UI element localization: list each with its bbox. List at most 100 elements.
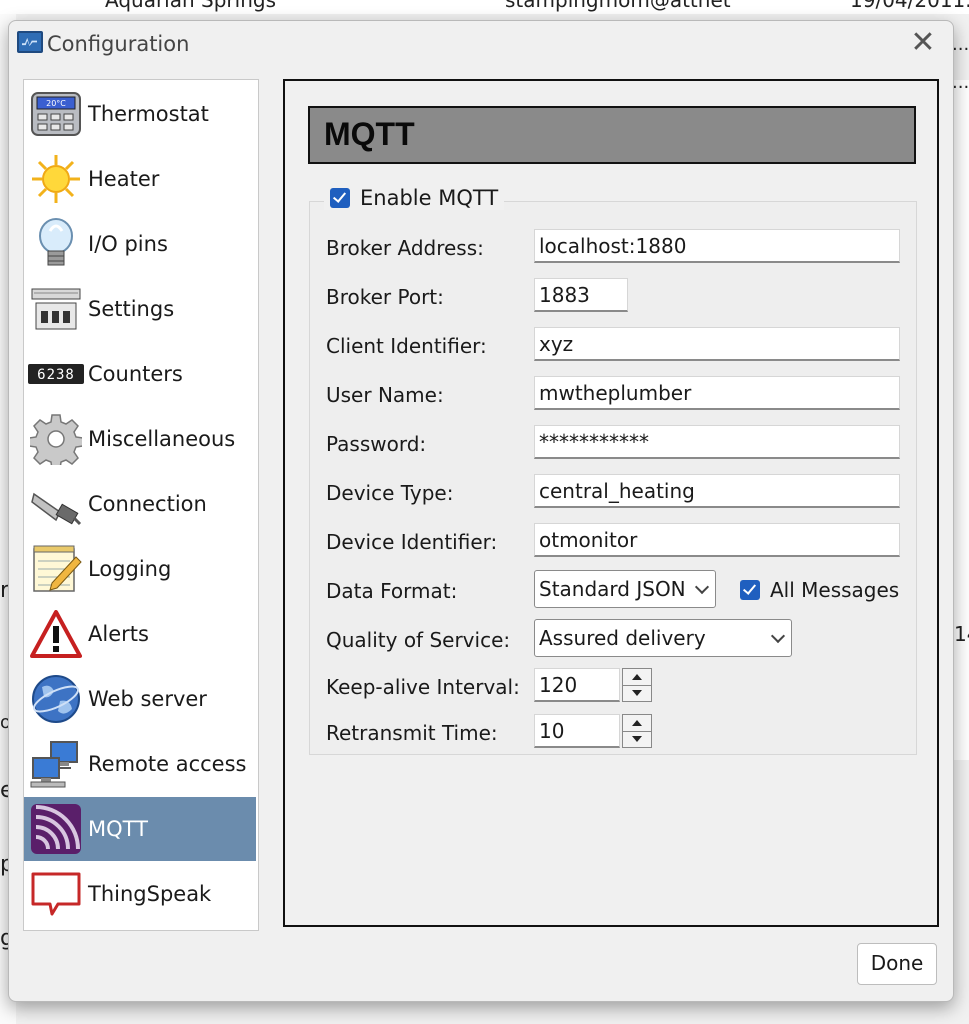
all-messages-checkbox[interactable]: All Messages: [740, 578, 899, 602]
background-fragment: ...: [952, 72, 969, 93]
enable-mqtt-checkbox[interactable]: Enable MQTT: [324, 186, 505, 210]
sidebar-item-heater[interactable]: Heater: [24, 147, 256, 211]
sidebar-item-mqtt[interactable]: MQTT: [24, 797, 256, 861]
sidebar-item-connection[interactable]: Connection: [24, 472, 256, 536]
sidebar-item-web-server[interactable]: Web server: [24, 667, 256, 731]
arrow-up-icon: [632, 720, 642, 726]
background-strip: Aquarian Springs stampingmom@attnet 19/0…: [0, 0, 969, 14]
broker-address-input[interactable]: [534, 229, 900, 263]
sidebar-item-label: Connection: [88, 492, 207, 516]
panel-header: MQTT: [308, 106, 916, 164]
keepalive-interval-input[interactable]: [534, 668, 620, 702]
sidebar-item-label: Thermostat: [88, 102, 209, 126]
globe-icon: [28, 671, 84, 727]
close-button[interactable]: ✕: [905, 27, 941, 61]
client-identifier-label: Client Identifier:: [326, 334, 487, 358]
sidebar-item-label: Heater: [88, 167, 160, 191]
thermostat-icon: 20°C: [28, 86, 84, 142]
counter-icon: 6238: [28, 346, 84, 402]
quality-of-service-select[interactable]: Assured delivery: [534, 619, 792, 657]
sidebar-item-label: ThingSpeak: [88, 882, 212, 906]
keepalive-spinner[interactable]: [622, 668, 652, 702]
user-name-input[interactable]: [534, 376, 900, 410]
all-messages-label: All Messages: [770, 578, 900, 602]
settings-panel: MQTT Enable MQTT Broker Address: Broker …: [283, 79, 939, 927]
connector-icon: [28, 476, 84, 532]
gear-icon: [28, 411, 84, 467]
svg-text:20°C: 20°C: [46, 99, 66, 108]
title-bar[interactable]: Configuration ✕: [9, 21, 953, 69]
arrow-down-icon: [632, 736, 642, 742]
data-format-label: Data Format:: [326, 579, 458, 603]
app-icon: [17, 31, 43, 53]
sidebar-item-miscellaneous[interactable]: Miscellaneous: [24, 407, 256, 471]
computers-icon: [28, 736, 84, 792]
sidebar-item-label: Miscellaneous: [88, 427, 236, 451]
chevron-down-icon: [770, 628, 786, 644]
notepad-icon: [28, 541, 84, 597]
window-title: Configuration: [47, 32, 190, 56]
spin-up-button[interactable]: [623, 669, 651, 686]
sidebar-item-label: MQTT: [88, 817, 148, 841]
sidebar-item-remote-access[interactable]: Remote access: [24, 732, 256, 796]
mqtt-icon: [28, 801, 84, 857]
sidebar-item-label: Counters: [88, 362, 183, 386]
sidebar-item-thingspeak[interactable]: ThingSpeak: [24, 862, 256, 926]
lightbulb-icon: [28, 216, 84, 272]
sidebar-item-thermostat[interactable]: 20°C Thermostat: [24, 82, 256, 146]
category-sidebar: 20°C Thermostat Heater I/O pins Settings…: [23, 79, 259, 931]
spin-up-button[interactable]: [623, 715, 651, 732]
quality-of-service-label: Quality of Service:: [326, 628, 511, 652]
check-icon[interactable]: [740, 580, 760, 600]
keepalive-interval-label: Keep-alive Interval:: [326, 675, 520, 699]
quality-of-service-value: Assured delivery: [539, 626, 706, 650]
configuration-dialog: Configuration ✕ 20°C Thermostat Heater I…: [8, 20, 954, 1002]
sidebar-item-logging[interactable]: Logging: [24, 537, 256, 601]
device-identifier-input[interactable]: [534, 523, 900, 557]
done-button[interactable]: Done: [857, 943, 937, 985]
retransmit-time-input[interactable]: [534, 714, 620, 748]
switches-icon: [28, 281, 84, 337]
sidebar-item-io-pins[interactable]: I/O pins: [24, 212, 256, 276]
arrow-down-icon: [632, 690, 642, 696]
device-type-input[interactable]: [534, 474, 900, 508]
background-fragment: 14: [954, 622, 969, 646]
background-text: stampingmom@attnet: [505, 0, 731, 12]
arrow-up-icon: [632, 674, 642, 680]
sidebar-item-counters[interactable]: 6238 Counters: [24, 342, 256, 406]
spin-down-button[interactable]: [623, 731, 651, 747]
enable-mqtt-label: Enable MQTT: [360, 186, 499, 210]
sidebar-item-alerts[interactable]: Alerts: [24, 602, 256, 666]
broker-port-input[interactable]: [534, 278, 628, 312]
svg-text:6238: 6238: [37, 367, 75, 383]
sidebar-item-label: Logging: [88, 557, 172, 581]
sidebar-item-label: Alerts: [88, 622, 149, 646]
sidebar-item-label: Settings: [88, 297, 175, 321]
user-name-label: User Name:: [326, 383, 444, 407]
sidebar-item-label: Remote access: [88, 752, 247, 776]
background-text: 19/04/2011...: [850, 0, 969, 12]
sidebar-item-label: Web server: [88, 687, 207, 711]
data-format-value: Standard JSON: [539, 577, 686, 601]
spin-down-button[interactable]: [623, 685, 651, 701]
chevron-down-icon: [694, 579, 710, 595]
broker-port-label: Broker Port:: [326, 285, 444, 309]
sun-icon: [28, 151, 84, 207]
sidebar-item-settings[interactable]: Settings: [24, 277, 256, 341]
page-title: MQTT: [324, 116, 415, 152]
password-label: Password:: [326, 432, 427, 456]
retransmit-time-label: Retransmit Time:: [326, 721, 498, 745]
device-type-label: Device Type:: [326, 481, 454, 505]
background-fragment: ...: [952, 34, 969, 55]
password-input[interactable]: [534, 425, 900, 459]
sidebar-item-label: I/O pins: [88, 232, 168, 256]
warning-icon: [28, 606, 84, 662]
check-icon[interactable]: [330, 188, 350, 208]
speech-bubble-icon: [28, 866, 84, 922]
mqtt-group: Enable MQTT Broker Address: Broker Port:…: [309, 186, 917, 755]
client-identifier-input[interactable]: [534, 327, 900, 361]
broker-address-label: Broker Address:: [326, 236, 484, 260]
data-format-select[interactable]: Standard JSON: [534, 570, 716, 608]
background-text: Aquarian Springs: [105, 0, 276, 12]
retransmit-spinner[interactable]: [622, 714, 652, 748]
